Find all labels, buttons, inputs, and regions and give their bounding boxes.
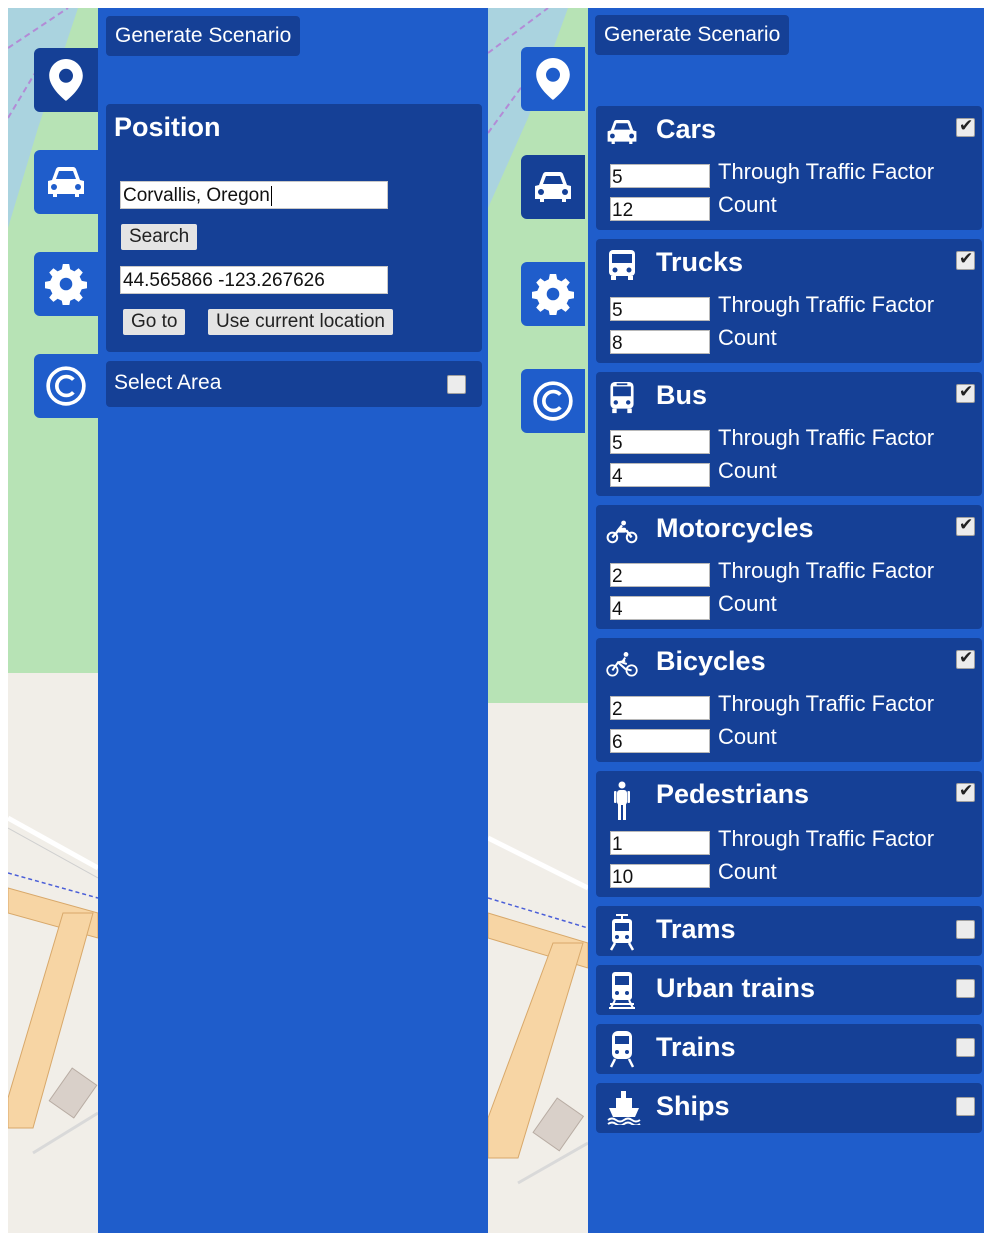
vehicle-card-trucks: Trucks 5 Through Traffic Factor 8 Count — [596, 239, 982, 363]
transit-enabled-checkbox[interactable] — [956, 1038, 975, 1057]
bicycle-icon — [606, 652, 638, 677]
vehicle-card-bicycles: Bicycles 2 Through Traffic Factor 6 Coun… — [596, 638, 982, 762]
through-traffic-factor-label: Through Traffic Factor — [718, 826, 935, 851]
gear-icon — [532, 274, 574, 315]
train-icon — [609, 1031, 635, 1068]
through-traffic-factor-label: Through Traffic Factor — [718, 691, 935, 716]
transit-card-trains: Trains — [596, 1024, 982, 1074]
tab-settings[interactable] — [34, 252, 98, 316]
count-label: Count — [718, 859, 777, 884]
transit-title: Trams — [656, 914, 736, 944]
generate-scenario-button[interactable]: Generate Scenario — [595, 15, 790, 55]
text-caret — [270, 185, 272, 206]
ship-icon — [607, 1091, 641, 1125]
count-input[interactable]: 10 — [610, 864, 710, 888]
car-icon — [48, 167, 84, 197]
go-to-button[interactable]: Go to — [123, 309, 186, 335]
motorcycle-icon — [606, 520, 638, 544]
transit-card-urban-trains: Urban trains — [596, 965, 982, 1015]
through-traffic-factor-label: Through Traffic Factor — [718, 558, 935, 583]
coordinates-input[interactable]: 44.565866 -123.267626 — [120, 266, 388, 294]
count-label: Count — [718, 458, 777, 483]
through-traffic-factor-input[interactable]: 5 — [610, 297, 710, 321]
tab-vehicles[interactable] — [34, 150, 98, 214]
through-traffic-factor-input[interactable]: 2 — [610, 696, 710, 720]
through-traffic-factor-input[interactable]: 2 — [610, 563, 710, 587]
transit-enabled-checkbox[interactable] — [956, 920, 975, 939]
tab-position[interactable] — [34, 48, 98, 112]
count-input[interactable]: 8 — [610, 330, 710, 354]
vehicle-title: Bicycles — [656, 646, 766, 676]
count-input[interactable]: 6 — [610, 729, 710, 753]
select-area-checkbox[interactable] — [447, 375, 466, 394]
bus-icon — [610, 382, 634, 414]
tab-vehicles[interactable] — [521, 155, 585, 219]
copyright-icon — [46, 366, 86, 406]
transit-title: Urban trains — [656, 973, 816, 1003]
car-icon — [535, 172, 571, 202]
vehicle-card-pedestrians: Pedestrians 1 Through Traffic Factor 10 … — [596, 771, 982, 897]
location-search-input[interactable]: Corvallis, Oregon — [120, 181, 388, 209]
tab-copyright[interactable] — [34, 354, 98, 418]
vehicle-card-bus: Bus 5 Through Traffic Factor 4 Count — [596, 372, 982, 496]
vehicle-card-motorcycles: Motorcycles 2 Through Traffic Factor 4 C… — [596, 505, 982, 629]
tab-position[interactable] — [521, 47, 585, 111]
generate-scenario-button[interactable]: Generate Scenario — [106, 16, 301, 56]
vehicle-enabled-checkbox[interactable] — [956, 382, 975, 403]
map-marker-icon — [49, 59, 83, 101]
transit-card-ships: Ships — [596, 1083, 982, 1133]
select-area-label: Select Area — [114, 371, 222, 394]
vehicle-enabled-checkbox[interactable] — [956, 781, 975, 802]
vehicle-title: Cars — [656, 114, 717, 144]
count-input[interactable]: 12 — [610, 197, 710, 221]
transit-enabled-checkbox[interactable] — [956, 979, 975, 998]
through-traffic-factor-label: Through Traffic Factor — [718, 159, 935, 184]
select-area-row[interactable]: Select Area — [106, 361, 482, 407]
tab-settings[interactable] — [521, 262, 585, 326]
copyright-icon — [533, 381, 573, 421]
tab-copyright[interactable] — [521, 369, 585, 433]
vehicle-enabled-checkbox[interactable] — [956, 249, 975, 270]
gear-icon — [45, 264, 87, 305]
search-value: Corvallis, Oregon — [123, 185, 270, 206]
vehicle-title: Pedestrians — [656, 779, 810, 809]
vehicle-title: Motorcycles — [656, 513, 814, 543]
position-card: Position Corvallis, Oregon Search 44.565… — [106, 104, 482, 352]
through-traffic-factor-label: Through Traffic Factor — [718, 425, 935, 450]
pedestrian-icon — [614, 781, 630, 820]
car-icon — [607, 120, 637, 144]
vehicle-enabled-checkbox[interactable] — [956, 116, 975, 137]
count-label: Count — [718, 192, 777, 217]
vehicle-title: Trucks — [656, 247, 744, 277]
map-marker-icon — [536, 58, 570, 100]
through-traffic-factor-input[interactable]: 5 — [610, 164, 710, 188]
coordinates-value: 44.565866 -123.267626 — [123, 270, 325, 291]
count-input[interactable]: 4 — [610, 463, 710, 487]
count-label: Count — [718, 591, 777, 616]
count-input[interactable]: 4 — [610, 596, 710, 620]
urban-train-icon — [609, 972, 635, 1009]
through-traffic-factor-label: Through Traffic Factor — [718, 292, 935, 317]
count-label: Count — [718, 724, 777, 749]
vehicle-card-cars: Cars 5 Through Traffic Factor 12 Count — [596, 106, 982, 230]
vehicle-enabled-checkbox[interactable] — [956, 648, 975, 669]
transit-card-trams: Trams — [596, 906, 982, 956]
tram-icon — [609, 914, 635, 951]
through-traffic-factor-input[interactable]: 1 — [610, 831, 710, 855]
count-label: Count — [718, 325, 777, 350]
truck-icon — [609, 250, 635, 280]
position-title: Position — [114, 112, 221, 142]
use-current-location-button[interactable]: Use current location — [208, 309, 393, 335]
search-button[interactable]: Search — [121, 224, 198, 250]
transit-title: Ships — [656, 1091, 730, 1121]
transit-title: Trains — [656, 1032, 736, 1062]
transit-enabled-checkbox[interactable] — [956, 1097, 975, 1116]
through-traffic-factor-input[interactable]: 5 — [610, 430, 710, 454]
vehicle-enabled-checkbox[interactable] — [956, 515, 975, 536]
vehicle-title: Bus — [656, 380, 708, 410]
